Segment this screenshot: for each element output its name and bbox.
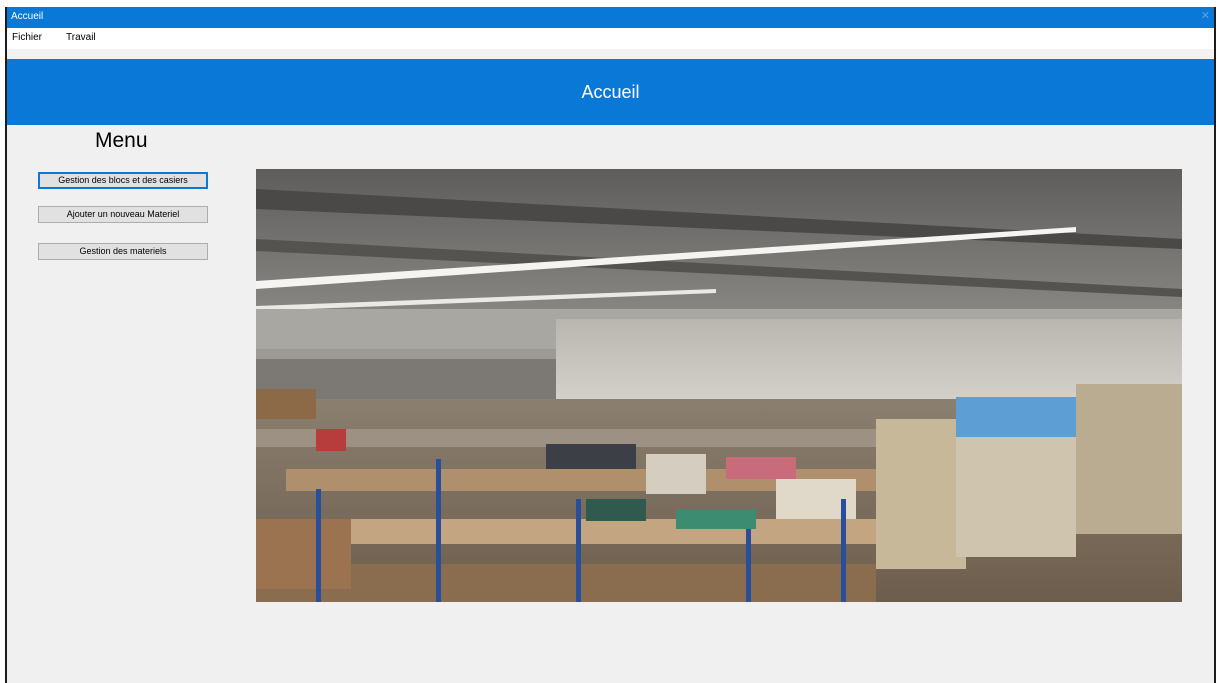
workshop-photo xyxy=(256,169,1182,602)
app-window: Accueil ✕ Fichier Travail Accueil Menu G… xyxy=(5,7,1216,683)
workshop-photo-illustration xyxy=(256,169,1182,602)
window-title: Accueil xyxy=(11,11,44,22)
menu-bar: Fichier Travail xyxy=(7,28,1214,49)
menu-heading: Menu xyxy=(95,129,148,152)
page-header: Accueil xyxy=(7,59,1214,125)
page-title: Accueil xyxy=(581,82,640,102)
header-spacer xyxy=(7,49,1214,59)
menu-item-travail[interactable]: Travail xyxy=(66,32,96,43)
manage-blocks-button[interactable]: Gestion des blocs et des casiers xyxy=(38,172,208,189)
title-bar: Accueil ✕ xyxy=(7,7,1214,28)
menu-item-fichier[interactable]: Fichier xyxy=(12,32,42,43)
close-icon[interactable]: ✕ xyxy=(1201,9,1210,22)
manage-materials-button[interactable]: Gestion des materiels xyxy=(38,243,208,260)
add-material-button[interactable]: Ajouter un nouveau Materiel xyxy=(38,206,208,223)
